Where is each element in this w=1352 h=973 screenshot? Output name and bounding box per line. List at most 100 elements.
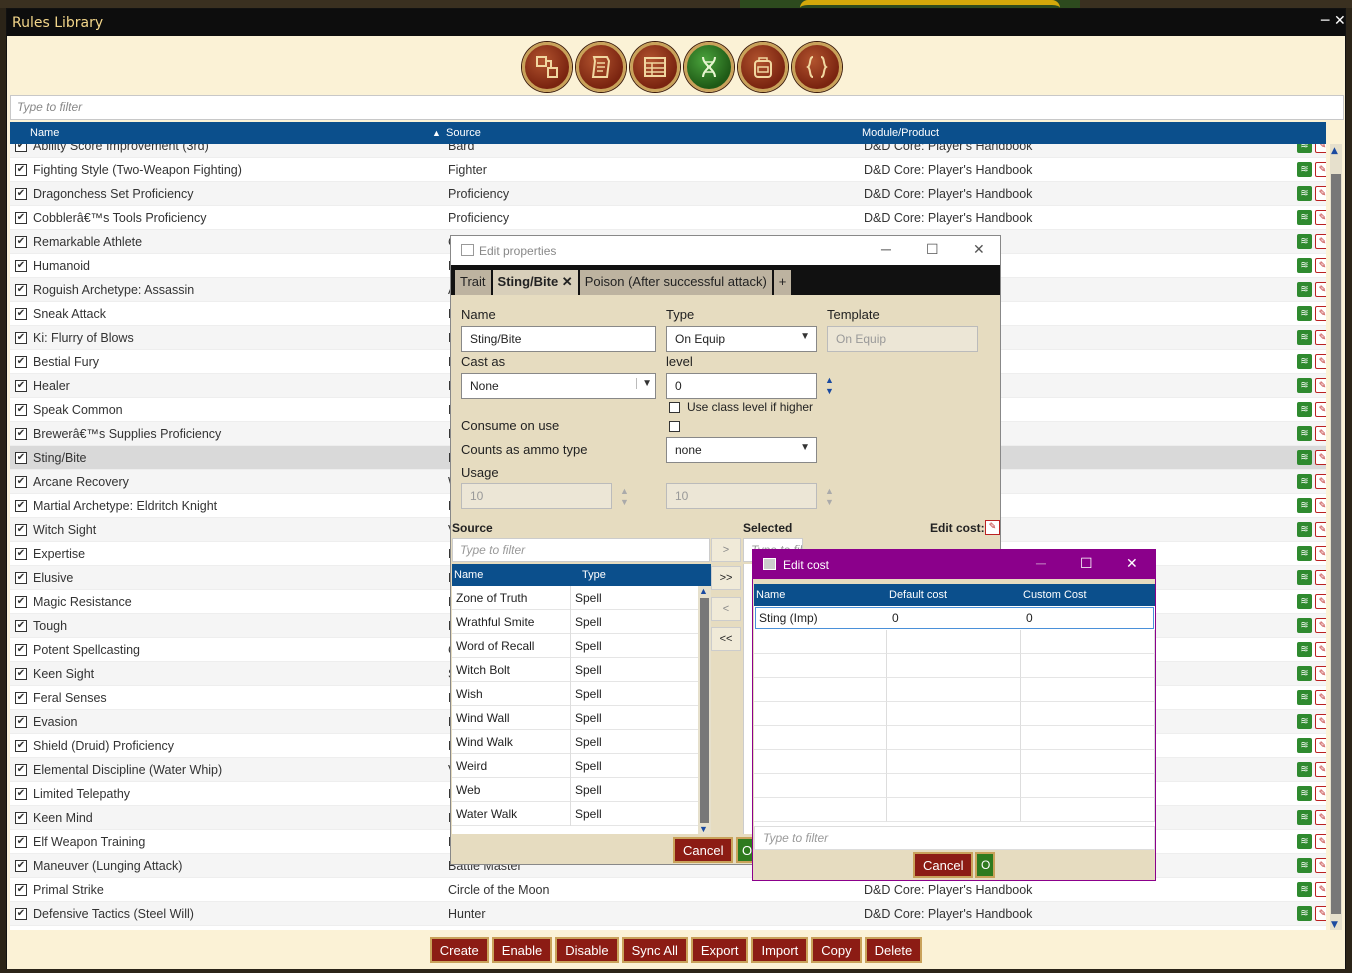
cost-column-custom[interactable]: Custom Cost bbox=[1023, 589, 1087, 601]
enabled-checkbox[interactable]: ✔ bbox=[15, 667, 27, 680]
enabled-checkbox[interactable]: ✔ bbox=[15, 907, 27, 920]
cast-as-select[interactable]: None ▼ bbox=[461, 373, 656, 399]
list-item[interactable]: Wind Wall Spell bbox=[452, 706, 698, 730]
cancel-button[interactable]: Cancel bbox=[673, 837, 734, 863]
table-icon[interactable] bbox=[630, 42, 680, 92]
enabled-checkbox[interactable]: ✔ bbox=[15, 355, 27, 368]
edit-icon[interactable]: ✎ bbox=[1315, 354, 1326, 369]
sync-icon[interactable]: ≋ bbox=[1297, 690, 1312, 705]
edit-icon[interactable]: ✎ bbox=[1315, 642, 1326, 657]
sync-icon[interactable]: ≋ bbox=[1297, 546, 1312, 561]
scroll-icon[interactable] bbox=[576, 42, 626, 92]
edit-icon[interactable]: ✎ bbox=[1315, 546, 1326, 561]
edit-icon[interactable]: ✎ bbox=[1315, 258, 1326, 273]
edit-icon[interactable]: ✎ bbox=[1315, 402, 1326, 417]
add-selected-button[interactable]: > bbox=[711, 538, 741, 562]
edit-icon[interactable]: ✎ bbox=[1315, 570, 1326, 585]
edit-icon[interactable]: ✎ bbox=[1315, 618, 1326, 633]
sync-icon[interactable]: ≋ bbox=[1297, 762, 1312, 777]
edit-icon[interactable]: ✎ bbox=[1315, 474, 1326, 489]
sync-icon[interactable]: ≋ bbox=[1297, 426, 1312, 441]
sync-icon[interactable]: ≋ bbox=[1297, 306, 1312, 321]
enabled-checkbox[interactable]: ✔ bbox=[15, 859, 27, 872]
enabled-checkbox[interactable]: ✔ bbox=[15, 307, 27, 320]
column-name[interactable]: Name bbox=[30, 127, 59, 139]
minimize-icon[interactable]: ─ bbox=[1036, 555, 1046, 571]
list-item[interactable]: Water Walk Spell bbox=[452, 802, 698, 826]
enabled-checkbox[interactable]: ✔ bbox=[15, 883, 27, 896]
enabled-checkbox[interactable]: ✔ bbox=[15, 835, 27, 848]
edit-icon[interactable]: ✎ bbox=[1315, 786, 1326, 801]
name-field[interactable]: Sting/Bite bbox=[461, 326, 656, 352]
close-icon[interactable]: ✕ bbox=[973, 241, 985, 258]
edit-icon[interactable]: ✎ bbox=[1315, 162, 1326, 177]
add-tab-button[interactable]: + bbox=[773, 270, 792, 295]
enabled-checkbox[interactable]: ✔ bbox=[15, 619, 27, 632]
list-item[interactable]: Wrathful Smite Spell bbox=[452, 610, 698, 634]
sync-icon[interactable]: ≋ bbox=[1297, 522, 1312, 537]
sync-icon[interactable]: ≋ bbox=[1297, 714, 1312, 729]
enabled-checkbox[interactable]: ✔ bbox=[15, 811, 27, 824]
table-row[interactable]: ✔ Defensive Tactics (Steel Will) Hunter … bbox=[10, 902, 1326, 926]
edit-icon[interactable]: ✎ bbox=[1315, 210, 1326, 225]
sync-icon[interactable]: ≋ bbox=[1297, 882, 1312, 897]
edit-cost-icon[interactable]: ✎ bbox=[985, 520, 1000, 535]
edit-icon[interactable]: ✎ bbox=[1315, 834, 1326, 849]
enabled-checkbox[interactable]: ✔ bbox=[15, 763, 27, 776]
enabled-checkbox[interactable]: ✔ bbox=[15, 643, 27, 656]
scrollbar-thumb[interactable] bbox=[700, 598, 709, 823]
sync-icon[interactable]: ≋ bbox=[1297, 186, 1312, 201]
close-icon[interactable]: ✕ bbox=[1126, 555, 1138, 572]
sync-icon[interactable]: ≋ bbox=[1297, 474, 1312, 489]
use-class-level-checkbox[interactable] bbox=[669, 402, 680, 413]
delete-button[interactable]: Delete bbox=[864, 937, 923, 963]
table-row[interactable]: ✔ Dragonchess Set Proficiency Proficienc… bbox=[10, 182, 1326, 206]
enabled-checkbox[interactable]: ✔ bbox=[15, 595, 27, 608]
enabled-checkbox[interactable]: ✔ bbox=[15, 475, 27, 488]
edit-icon[interactable]: ✎ bbox=[1315, 882, 1326, 897]
sync-icon[interactable]: ≋ bbox=[1297, 594, 1312, 609]
tab-trait[interactable]: Trait bbox=[455, 270, 491, 295]
enabled-checkbox[interactable]: ✔ bbox=[15, 283, 27, 296]
sync-icon[interactable]: ≋ bbox=[1297, 498, 1312, 513]
edit-icon[interactable]: ✎ bbox=[1315, 690, 1326, 705]
list-item[interactable]: Witch Bolt Spell bbox=[452, 658, 698, 682]
edit-icon[interactable]: ✎ bbox=[1315, 810, 1326, 825]
enabled-checkbox[interactable]: ✔ bbox=[15, 739, 27, 752]
dna-icon[interactable] bbox=[684, 42, 734, 92]
cost-row[interactable]: Sting (Imp) 0 0 bbox=[755, 607, 1154, 629]
enabled-checkbox[interactable]: ✔ bbox=[15, 715, 27, 728]
scroll-up-icon[interactable]: ▲ bbox=[699, 586, 708, 596]
sync-icon[interactable]: ≋ bbox=[1297, 810, 1312, 825]
scrollbar-thumb[interactable] bbox=[1331, 174, 1341, 914]
scroll-up-icon[interactable]: ▲ bbox=[1331, 146, 1338, 156]
table-scrollbar[interactable]: ▲ ▼ bbox=[1330, 144, 1342, 930]
list-item[interactable]: Wish Spell bbox=[452, 682, 698, 706]
sync-icon[interactable]: ≋ bbox=[1297, 402, 1312, 417]
enabled-checkbox[interactable]: ✔ bbox=[15, 547, 27, 560]
edit-icon[interactable]: ✎ bbox=[1315, 426, 1326, 441]
import-button[interactable]: Import bbox=[751, 937, 809, 963]
enabled-checkbox[interactable]: ✔ bbox=[15, 691, 27, 704]
sync-icon[interactable]: ≋ bbox=[1297, 834, 1312, 849]
enabled-checkbox[interactable]: ✔ bbox=[15, 331, 27, 344]
cost-ok-button[interactable]: O bbox=[975, 852, 995, 878]
edit-icon[interactable]: ✎ bbox=[1315, 906, 1326, 921]
edit-icon[interactable]: ✎ bbox=[1315, 450, 1326, 465]
sync-icon[interactable]: ≋ bbox=[1297, 666, 1312, 681]
level-spinner[interactable]: ▲ ▼ bbox=[825, 375, 834, 397]
column-module[interactable]: Module/Product bbox=[862, 127, 939, 139]
sync-all-button[interactable]: Sync All bbox=[621, 937, 688, 963]
maximize-icon[interactable]: ☐ bbox=[1080, 555, 1093, 572]
level-field[interactable]: 0 bbox=[666, 373, 817, 399]
add-all-button[interactable]: >> bbox=[711, 566, 741, 590]
ammo-type-select[interactable]: none ▼ bbox=[666, 437, 817, 463]
sync-icon[interactable]: ≋ bbox=[1297, 738, 1312, 753]
enabled-checkbox[interactable]: ✔ bbox=[15, 571, 27, 584]
edit-icon[interactable]: ✎ bbox=[1315, 330, 1326, 345]
sync-icon[interactable]: ≋ bbox=[1297, 144, 1312, 153]
table-row[interactable]: ✔ Cobblerâ€™s Tools Proficiency Proficie… bbox=[10, 206, 1326, 230]
enabled-checkbox[interactable]: ✔ bbox=[15, 403, 27, 416]
sync-icon[interactable]: ≋ bbox=[1297, 858, 1312, 873]
source-list-scrollbar[interactable]: ▲ ▼ bbox=[698, 586, 711, 834]
